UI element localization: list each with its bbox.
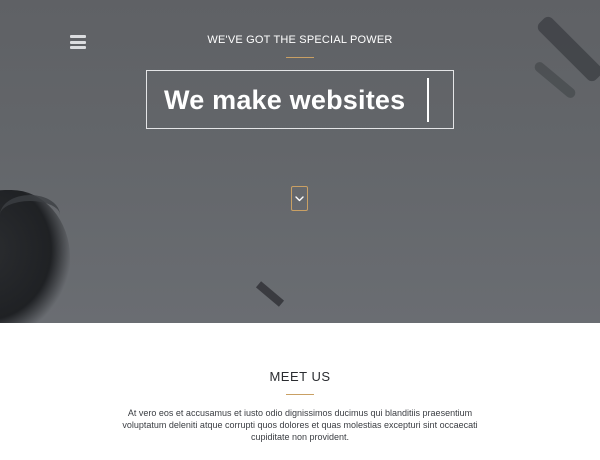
menu-line	[70, 46, 86, 49]
hero-headline: We make websites	[164, 85, 406, 115]
background-object-rim	[0, 195, 60, 235]
tagline-divider	[286, 57, 314, 58]
hero-tagline: WE'VE GOT THE SPECIAL POWER	[207, 34, 393, 46]
section-description: At vero eos et accusamus et iusto odio d…	[122, 408, 478, 442]
background-object-right-secondary	[532, 60, 578, 100]
typing-cursor	[427, 78, 429, 122]
hero-section: WE'VE GOT THE SPECIAL POWER We make webs…	[0, 0, 600, 323]
background-object-bottom	[255, 281, 285, 307]
section-title: MEET US	[269, 369, 331, 384]
section-divider	[286, 394, 314, 395]
chevron-down-icon	[295, 195, 304, 201]
meet-us-section: MEET US At vero eos et accusamus et iust…	[0, 323, 600, 460]
scroll-down-button[interactable]	[291, 186, 308, 211]
headline-frame: We make websites	[146, 70, 454, 129]
